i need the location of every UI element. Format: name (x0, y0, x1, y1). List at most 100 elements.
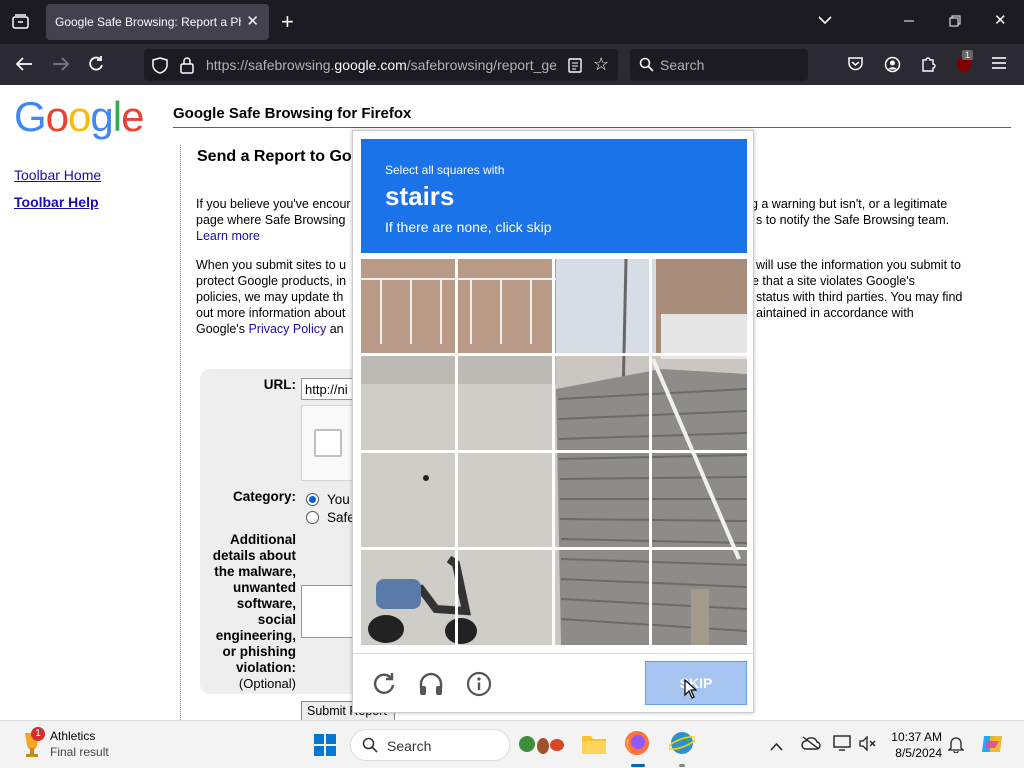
image-grid (361, 259, 747, 645)
page-header: Google Safe Browsing for Firefox (173, 105, 412, 122)
grid-tile-3[interactable] (555, 259, 649, 353)
close-tab-icon[interactable]: ✕ (246, 12, 259, 30)
tab-list-icon[interactable] (12, 14, 29, 33)
reload-icon[interactable] (87, 55, 105, 77)
page-title: Send a Report to Go (197, 148, 352, 165)
url-text[interactable]: https://safebrowsing.google.com/safebrow… (206, 57, 556, 73)
grid-tile-14[interactable] (458, 550, 552, 644)
shield-icon[interactable] (152, 57, 168, 78)
lock-icon[interactable] (180, 57, 194, 78)
google-logo[interactable]: Google (14, 93, 144, 141)
weather-badge: 1 (31, 727, 45, 741)
recaptcha-challenge: Select all squares with stairs If there … (352, 130, 754, 713)
search-bar[interactable]: Search (630, 49, 808, 81)
challenge-target: stairs (385, 181, 455, 211)
taskbar-search[interactable]: Search (350, 729, 564, 761)
clock-date: 8/5/2024 (895, 746, 942, 760)
url-suffix: /safebrowsing/report_gen (406, 57, 556, 73)
tab-active[interactable]: Google Safe Browsing: Report a Phi ✕ (46, 4, 269, 40)
copilot-icon[interactable] (980, 732, 1004, 761)
audio-challenge-icon[interactable] (418, 671, 444, 697)
para2-text-a: When you submit sites to u (196, 258, 347, 272)
challenge-instruction: Select all squares with (385, 163, 505, 177)
url-domain: google.com (334, 57, 407, 73)
account-icon[interactable] (884, 56, 901, 77)
restore-icon[interactable] (949, 15, 961, 31)
grid-tile-13[interactable] (361, 550, 455, 644)
taskbar-search-label: Search (387, 738, 432, 754)
tray-chevron-up-icon[interactable] (770, 738, 783, 756)
pocket-icon[interactable] (847, 56, 864, 76)
para1-text-c: page where Safe Browsing (196, 213, 346, 227)
toolbar-help-link[interactable]: Toolbar Help (14, 194, 99, 210)
url-label: URL: (263, 377, 296, 392)
bookmark-star-icon[interactable]: ☆ (593, 55, 609, 73)
privacy-policy-link[interactable]: Privacy Policy (248, 322, 326, 336)
onedrive-off-icon[interactable] (801, 736, 821, 755)
grid-tile-5[interactable] (361, 356, 455, 450)
info-icon[interactable] (466, 671, 492, 697)
category-option-2: Safe (327, 510, 355, 525)
category-radio-1[interactable] (306, 493, 319, 506)
extension-badge: 1 (962, 50, 974, 60)
challenge-hint: If there are none, click skip (385, 219, 552, 235)
clock-time: 10:37 AM (891, 730, 942, 744)
nav-bar: https://safebrowsing.google.com/safebrow… (0, 44, 1024, 85)
mouse-cursor-icon (684, 679, 698, 699)
firefox-active-indicator (631, 764, 645, 767)
hamburger-menu-icon[interactable] (992, 57, 1006, 73)
clock[interactable]: 10:37 AM 8/5/2024 (886, 729, 942, 761)
grid-tile-8[interactable] (652, 356, 746, 450)
chevron-down-icon[interactable] (818, 13, 832, 29)
grid-tile-4[interactable] (652, 259, 746, 353)
grid-tile-1[interactable] (361, 259, 455, 353)
url-bar[interactable]: https://safebrowsing.google.com/safebrow… (144, 49, 618, 81)
grid-tile-16[interactable] (652, 550, 746, 644)
extensions-icon[interactable] (920, 55, 937, 77)
notification-bell-icon[interactable] (947, 736, 965, 758)
sidebar-divider (180, 145, 181, 720)
grid-tile-10[interactable] (458, 453, 552, 547)
details-label: Additional details about the malware, un… (212, 532, 296, 675)
para2-text-f: status with third parties. You may find (756, 290, 963, 304)
firefox-icon[interactable] (624, 730, 650, 761)
reload-challenge-icon[interactable] (371, 671, 397, 697)
minimize-icon[interactable] (903, 14, 915, 30)
forward-icon[interactable] (52, 56, 70, 76)
toolbar-home-link[interactable]: Toolbar Home (14, 167, 101, 183)
search-placeholder: Search (660, 57, 705, 73)
optional-label: (Optional) (238, 676, 296, 691)
web-page: Google Google Safe Browsing for Firefox … (0, 85, 1024, 720)
weather-widget[interactable]: 1 Athletics Final result (20, 727, 120, 763)
start-windows-icon[interactable] (313, 733, 337, 762)
grid-tile-2[interactable] (458, 259, 552, 353)
category-option-1: You (327, 492, 350, 507)
para2-text-c: protect Google products, in (196, 274, 347, 288)
new-tab-icon[interactable]: + (281, 11, 294, 33)
search-icon (639, 57, 654, 76)
learn-more-link[interactable]: Learn more (196, 229, 260, 243)
grid-tile-15[interactable] (555, 550, 649, 644)
para2-text-e: policies, we may update th (196, 290, 344, 304)
para1-text-b: ng a warning but isn't, or a legitimate (744, 197, 948, 211)
globe-app-icon[interactable] (668, 730, 696, 761)
file-explorer-icon[interactable] (581, 733, 607, 760)
category-label: Category: (232, 489, 296, 504)
grid-tile-11[interactable] (555, 453, 649, 547)
close-window-icon[interactable]: ✕ (994, 13, 1007, 28)
reader-view-icon[interactable] (568, 58, 582, 77)
para2-text-g: out more information about (196, 306, 346, 320)
recaptcha-checkbox[interactable] (314, 429, 342, 457)
para2-text-i: Google's (196, 322, 245, 336)
grid-tile-9[interactable] (361, 453, 455, 547)
tab-title: Google Safe Browsing: Report a Phi (55, 15, 241, 29)
globe-app-indicator (679, 764, 685, 767)
grid-tile-7[interactable] (555, 356, 649, 450)
network-icon[interactable] (833, 735, 851, 756)
grid-tile-12[interactable] (652, 453, 746, 547)
grid-tile-6[interactable] (458, 356, 552, 450)
back-icon[interactable] (15, 56, 33, 76)
category-radio-2[interactable] (306, 511, 319, 524)
weather-title: Athletics (50, 729, 96, 743)
volume-muted-icon[interactable] (859, 735, 877, 756)
